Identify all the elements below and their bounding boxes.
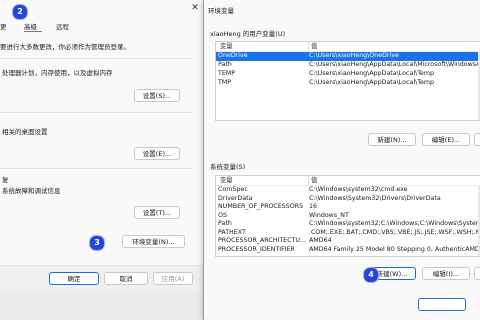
column-variable[interactable]: 变量 bbox=[220, 42, 233, 51]
variable-name: PATHEXT bbox=[218, 228, 246, 236]
variable-value: .COM;.EXE;.BAT;.CMD;.VBS;.VBE;.JS;.JSE;.… bbox=[309, 228, 480, 236]
startup-recovery-settings-button[interactable]: 设置(T)... bbox=[134, 206, 180, 219]
variable-name: TEMP bbox=[218, 70, 236, 77]
user-new-button[interactable]: 新建(N)... bbox=[368, 133, 416, 146]
ok-button[interactable]: 确定 bbox=[49, 272, 99, 285]
window-bottom-edge bbox=[0, 290, 206, 320]
list-item[interactable]: PROCESSOR_ARCHITECTU... AMD64 bbox=[216, 237, 480, 246]
cancel-button[interactable]: 取消 bbox=[104, 272, 148, 285]
column-variable[interactable]: 变量 bbox=[220, 176, 233, 185]
list-item[interactable]: DriverData C:\Windows\System32\Drivers\D… bbox=[216, 195, 480, 204]
user-delete-button-partial[interactable] bbox=[474, 133, 480, 146]
performance-description: 处理器计划，内存使用，以及虚拟内存 bbox=[2, 69, 113, 77]
list-item[interactable]: OneDrive C:\Users\xiaoHeng\OneDrive bbox=[216, 52, 480, 61]
step-badge-4: 4 bbox=[363, 267, 379, 283]
section-divider bbox=[0, 168, 193, 169]
user-variables-label: xiaoHeng 的用户变量(U) bbox=[210, 30, 286, 38]
dialog-footer: 确定 取消 应用(A) bbox=[0, 265, 206, 291]
startup-recovery-title: 复 bbox=[2, 176, 9, 184]
list-item[interactable]: Path C:\Windows\system32;C:\Windows;C:\W… bbox=[216, 220, 480, 229]
system-variables-label: 系统变量(S) bbox=[210, 163, 246, 171]
user-variables-list[interactable]: 变量 值 OneDrive C:\Users\xiaoHeng\OneDrive… bbox=[215, 41, 480, 121]
variable-value: 16 bbox=[309, 203, 318, 210]
tab-advanced[interactable]: 高级 bbox=[24, 21, 37, 31]
step-badge-2: 2 bbox=[12, 4, 28, 20]
variable-name: TMP bbox=[218, 79, 232, 86]
environment-variables-dialog: 环境变量 xiaoHeng 的用户变量(U) 变量 值 OneDrive C:\… bbox=[203, 0, 480, 320]
dialog-title: 环境变量 bbox=[208, 7, 234, 15]
user-profiles-description: 相关的桌面设置 bbox=[2, 128, 48, 136]
close-icon[interactable]: ✕ bbox=[188, 2, 202, 14]
apply-button[interactable]: 应用(A) bbox=[153, 272, 193, 285]
user-profiles-settings-button[interactable]: 设置(E)... bbox=[134, 147, 180, 160]
user-edit-button[interactable]: 编辑(E)... bbox=[422, 133, 470, 146]
tab-remote[interactable]: 远程 bbox=[56, 21, 69, 31]
variable-value: C:\Users\xiaoHeng\AppData\Local\Temp bbox=[309, 79, 434, 86]
variable-name: OS bbox=[218, 211, 227, 219]
variable-name: DriverData bbox=[218, 194, 253, 202]
variable-name: OneDrive bbox=[218, 52, 248, 59]
variable-value: C:\Windows\System32\Drivers\DriverData bbox=[309, 194, 441, 202]
startup-recovery-description: 系统故障和调试信息 bbox=[2, 187, 61, 195]
section-divider bbox=[0, 58, 193, 59]
list-item[interactable]: PROCESSOR_IDENTIFIER AMD64 Family 25 Mod… bbox=[216, 246, 480, 255]
admin-hint: 要进行大多数更改，你必须作为管理员登录。 bbox=[0, 43, 130, 51]
column-value[interactable]: 值 bbox=[308, 42, 317, 51]
variable-name: NUMBER_OF_PROCESSORS bbox=[218, 203, 304, 210]
column-value[interactable]: 值 bbox=[308, 176, 317, 185]
list-header: 变量 值 bbox=[216, 176, 480, 186]
system-edit-button[interactable]: 编辑(I)... bbox=[422, 267, 470, 280]
variable-name: Path bbox=[218, 220, 232, 227]
performance-settings-button[interactable]: 设置(S)... bbox=[134, 89, 180, 102]
step-badge-3: 3 bbox=[89, 235, 105, 251]
section-divider bbox=[0, 112, 193, 113]
system-variables-list[interactable]: 变量 值 ComSpec C:\Windows\system32\cmd.exe… bbox=[215, 175, 480, 257]
list-item[interactable]: TMP C:\Users\xiaoHeng\AppData\Local\Temp bbox=[216, 79, 480, 88]
list-header: 变量 值 bbox=[216, 42, 480, 52]
variable-value: C:\Users\xiaoHeng\AppData\Local\Microsof… bbox=[309, 61, 480, 68]
variable-value: Windows_NT bbox=[309, 211, 349, 219]
list-item[interactable]: NUMBER_OF_PROCESSORS 16 bbox=[216, 203, 480, 212]
variable-value: C:\Windows\system32\cmd.exe bbox=[309, 186, 408, 193]
list-item[interactable]: OS Windows_NT bbox=[216, 212, 480, 221]
variable-name: PROCESSOR_ARCHITECTU... bbox=[218, 237, 307, 244]
active-tab-indicator bbox=[24, 31, 42, 32]
variable-value: AMD64 bbox=[309, 237, 332, 244]
list-item[interactable]: ComSpec C:\Windows\system32\cmd.exe bbox=[216, 186, 480, 195]
variable-value: C:\Users\xiaoHeng\OneDrive bbox=[309, 52, 399, 59]
variable-value: C:\Windows\system32;C:\Windows;C:\Window… bbox=[309, 220, 480, 227]
variable-value: C:\Users\xiaoHeng\AppData\Local\Temp bbox=[309, 70, 434, 77]
list-item[interactable]: Path C:\Users\xiaoHeng\AppData\Local\Mic… bbox=[216, 61, 480, 70]
variable-name: Path bbox=[218, 61, 232, 68]
variable-name: PROCESSOR_IDENTIFIER bbox=[218, 245, 295, 253]
system-delete-button-partial[interactable] bbox=[474, 267, 480, 280]
variable-name: ComSpec bbox=[218, 186, 248, 193]
environment-variables-button[interactable]: 环境变量(N)... bbox=[122, 235, 185, 248]
list-item[interactable]: TEMP C:\Users\xiaoHeng\AppData\Local\Tem… bbox=[216, 70, 480, 79]
list-item[interactable]: PATHEXT .COM;.EXE;.BAT;.CMD;.VBS;.VBE;.J… bbox=[216, 229, 480, 238]
variable-value: AMD64 Family 25 Model 80 Stepping 0, Aut… bbox=[309, 245, 480, 253]
env-ok-button[interactable] bbox=[418, 298, 466, 311]
tab-hardware[interactable]: 更 bbox=[0, 21, 7, 31]
